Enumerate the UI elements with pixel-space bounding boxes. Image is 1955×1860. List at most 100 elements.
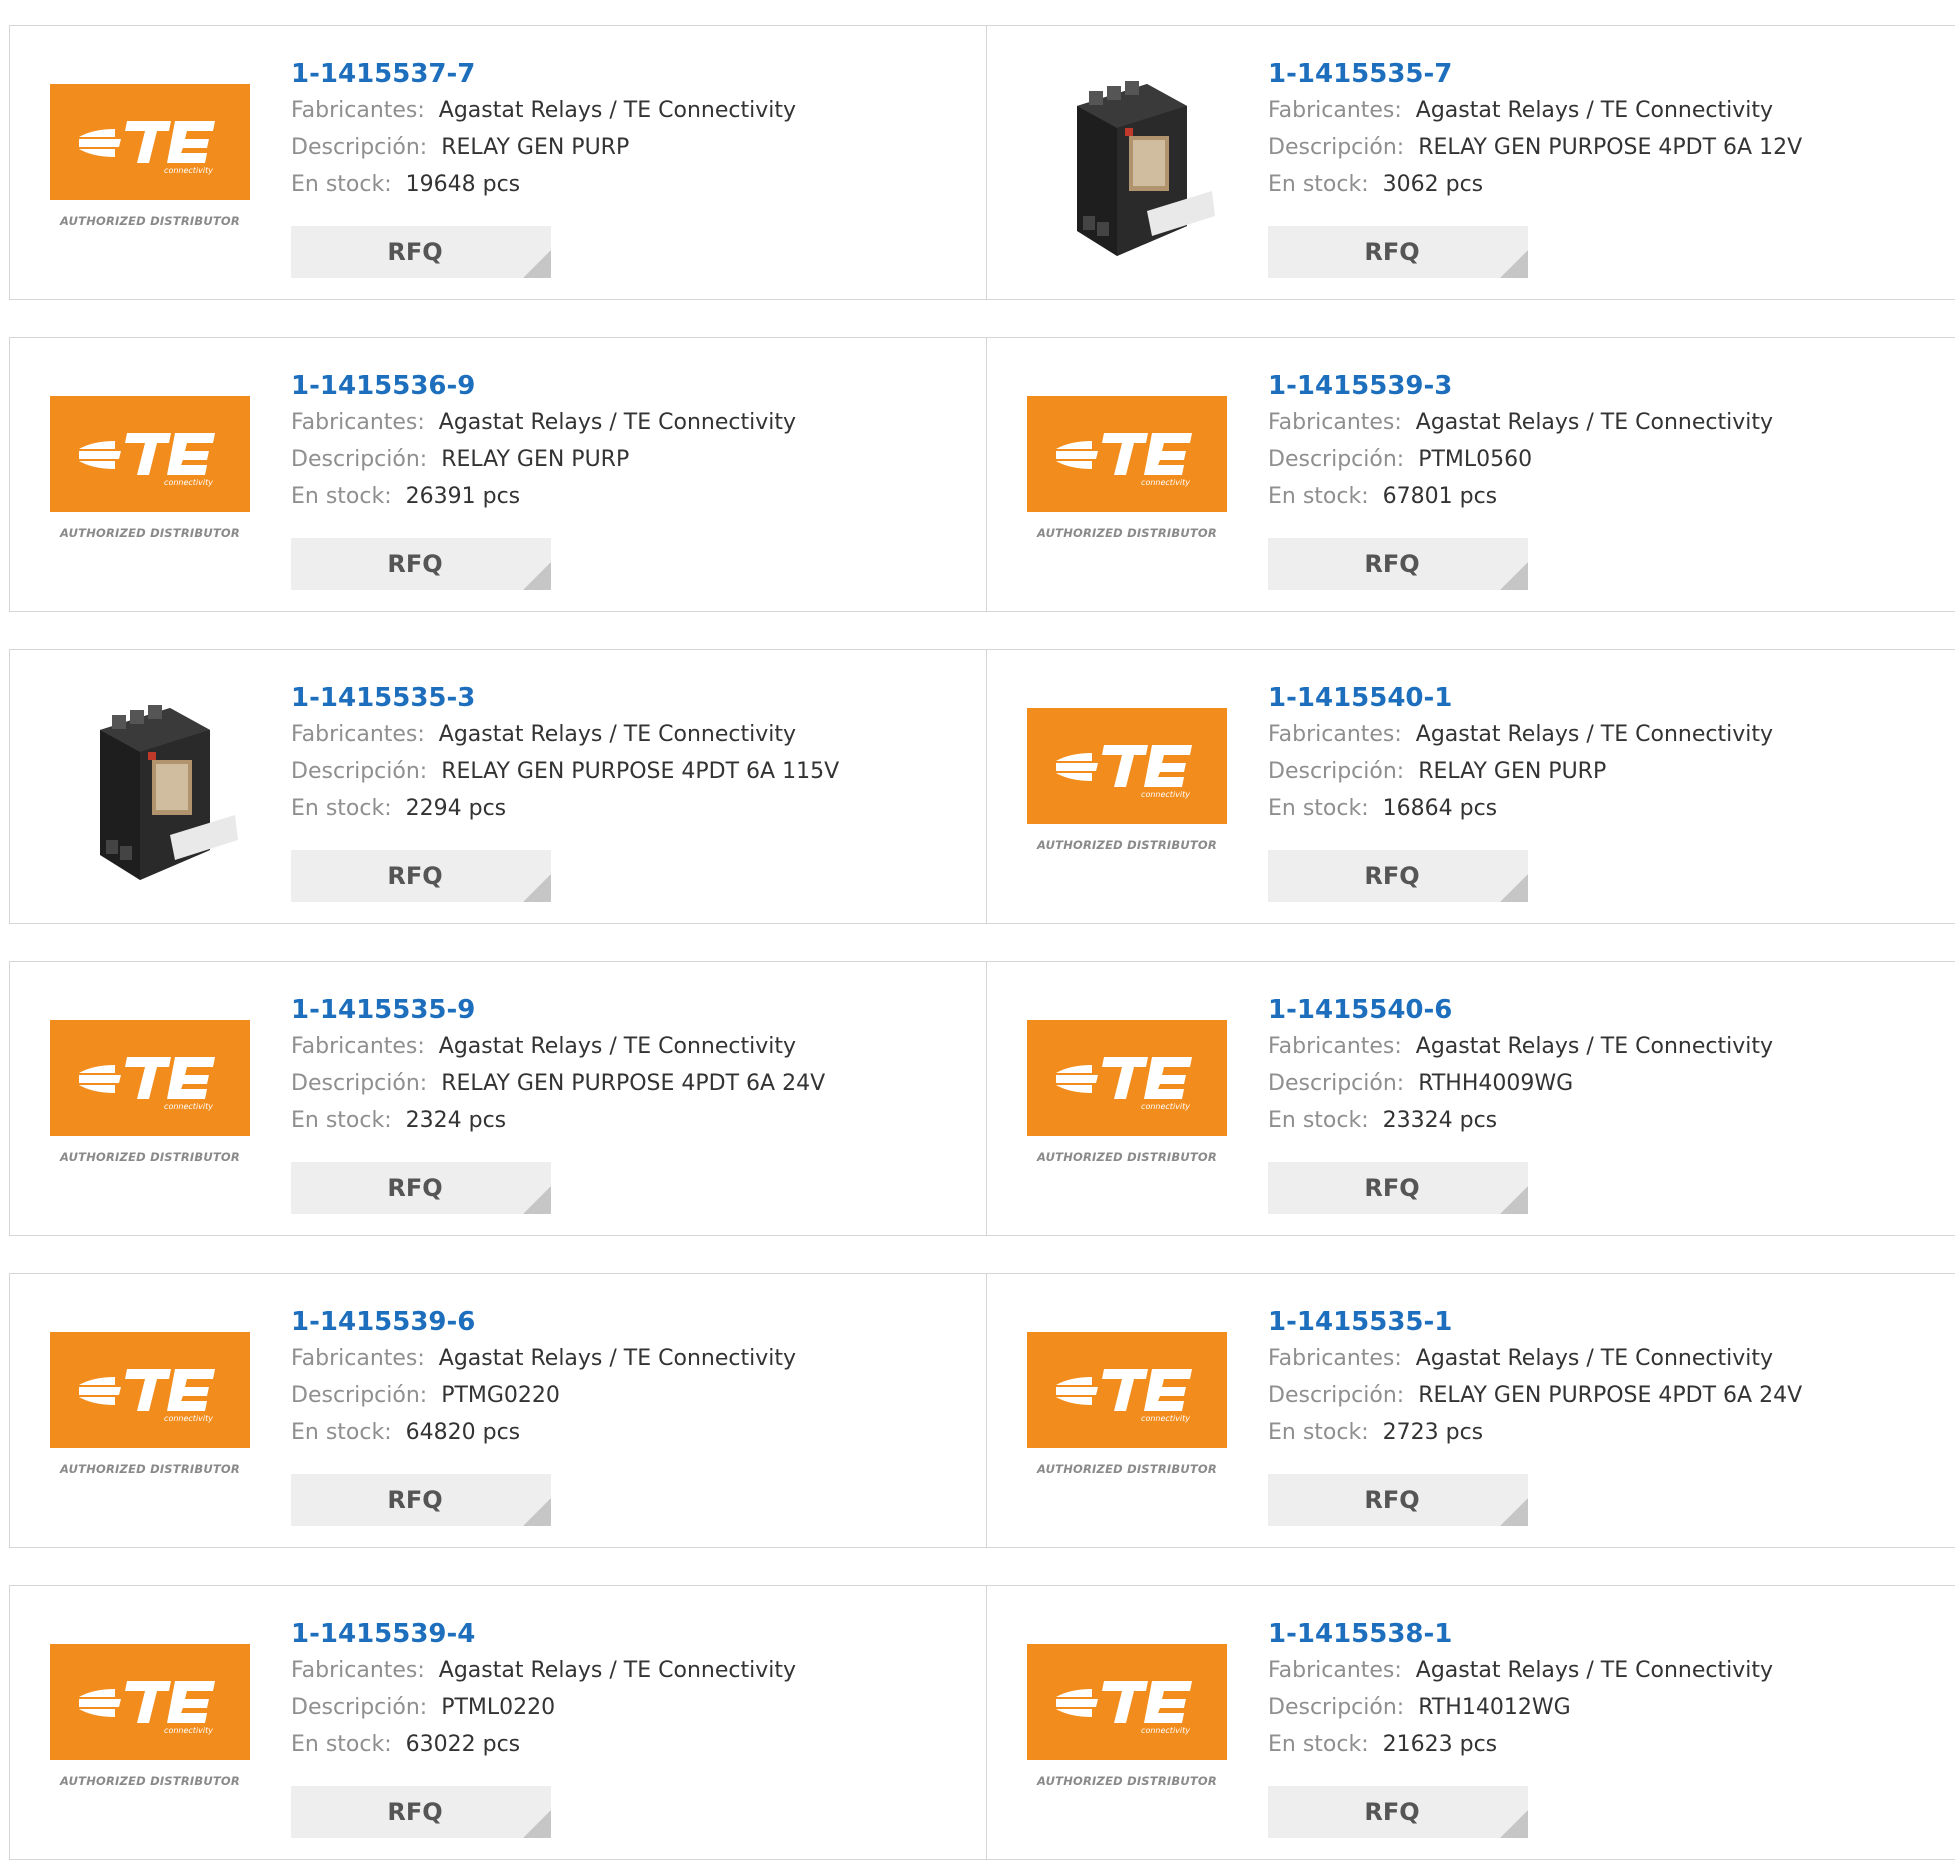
rfq-corner-icon — [523, 250, 551, 278]
product-thumbnail[interactable]: connectivity AUTHORIZED DISTRIBUTOR — [1027, 1626, 1227, 1826]
manufacturer-value: Agastat Relays / TE Connectivity — [438, 1658, 796, 1683]
rfq-button[interactable]: RFQ — [291, 226, 551, 278]
rfq-button[interactable]: RFQ — [291, 538, 551, 590]
authorized-distributor-label: AUTHORIZED DISTRIBUTOR — [1037, 526, 1217, 540]
manufacturer-row: Fabricantes: Agastat Relays / TE Connecti… — [1268, 1028, 1945, 1065]
te-logo-sub: connectivity — [1141, 1414, 1190, 1423]
te-logo-mark-icon: connectivity — [1056, 1369, 1192, 1423]
rfq-button[interactable]: RFQ — [1268, 1474, 1528, 1526]
rfq-button[interactable]: RFQ — [291, 1786, 551, 1838]
manufacturer-value: Agastat Relays / TE Connectivity — [1415, 722, 1773, 747]
manufacturer-label: Fabricantes: — [291, 1346, 425, 1371]
manufacturer-label: Fabricantes: — [291, 722, 425, 747]
part-number-link[interactable]: 1-1415539-6 — [291, 1304, 475, 1340]
te-logo-box: connectivity — [50, 1332, 250, 1448]
stock-row: En stock: 26391 pcs — [291, 478, 976, 515]
rfq-button[interactable]: RFQ — [291, 1474, 551, 1526]
rfq-button[interactable]: RFQ — [1268, 850, 1528, 902]
stock-row: En stock: 3062 pcs — [1268, 166, 1945, 203]
part-number-link[interactable]: 1-1415536-9 — [291, 368, 475, 404]
manufacturer-row: Fabricantes: Agastat Relays / TE Connecti… — [291, 1028, 976, 1065]
part-number-link[interactable]: 1-1415540-1 — [1268, 680, 1452, 716]
product-thumbnail[interactable]: connectivity AUTHORIZED DISTRIBUTOR — [1027, 1002, 1227, 1202]
product-info: 1-1415537-7 Fabricantes: Agastat Relays / … — [291, 56, 976, 203]
rfq-button[interactable]: RFQ — [1268, 226, 1528, 278]
stock-label: En stock: — [1268, 796, 1369, 821]
product-thumbnail[interactable]: connectivity AUTHORIZED DISTRIBUTOR — [50, 1314, 250, 1514]
description-label: Descripción: — [291, 1071, 428, 1096]
te-logo-mark-icon: connectivity — [79, 433, 215, 487]
part-number-link[interactable]: 1-1415535-3 — [291, 680, 475, 716]
product-info: 1-1415539-3 Fabricantes: Agastat Relays / … — [1268, 368, 1945, 515]
part-number-link[interactable]: 1-1415539-3 — [1268, 368, 1452, 404]
stock-value: 67801 pcs — [1382, 484, 1498, 509]
description-label: Descripción: — [291, 1695, 428, 1720]
rfq-button[interactable]: RFQ — [1268, 538, 1528, 590]
product-thumbnail[interactable]: connectivity AUTHORIZED DISTRIBUTOR — [50, 1626, 250, 1826]
manufacturer-label: Fabricantes: — [1268, 722, 1402, 747]
te-connectivity-logo: connectivity AUTHORIZED DISTRIBUTOR — [50, 1332, 250, 1496]
part-number-link[interactable]: 1-1415538-1 — [1268, 1616, 1452, 1652]
rfq-button[interactable]: RFQ — [1268, 1786, 1528, 1838]
rfq-label: RFQ — [387, 1486, 443, 1514]
product-info: 1-1415540-6 Fabricantes: Agastat Relays / … — [1268, 992, 1945, 1139]
te-logo-sub: connectivity — [1141, 790, 1190, 799]
stock-label: En stock: — [1268, 1732, 1369, 1757]
part-number-link[interactable]: 1-1415537-7 — [291, 56, 475, 92]
part-number-link[interactable]: 1-1415535-9 — [291, 992, 475, 1028]
stock-row: En stock: 2294 pcs — [291, 790, 976, 827]
te-logo-sub: connectivity — [164, 1414, 213, 1423]
rfq-button[interactable]: RFQ — [291, 1162, 551, 1214]
stock-label: En stock: — [291, 1108, 392, 1133]
product-thumbnail[interactable]: connectivity AUTHORIZED DISTRIBUTOR — [1027, 690, 1227, 890]
part-number-link[interactable]: 1-1415535-7 — [1268, 56, 1452, 92]
product-thumbnail[interactable] — [50, 690, 250, 890]
rfq-label: RFQ — [1364, 862, 1420, 890]
product-thumbnail[interactable]: connectivity AUTHORIZED DISTRIBUTOR — [1027, 378, 1227, 578]
te-logo-box: connectivity — [1027, 396, 1227, 512]
part-number-link[interactable]: 1-1415540-6 — [1268, 992, 1452, 1028]
product-thumbnail[interactable]: connectivity AUTHORIZED DISTRIBUTOR — [50, 378, 250, 578]
product-card: connectivity AUTHORIZED DISTRIBUTOR 1-14… — [987, 961, 1955, 1236]
description-label: Descripción: — [291, 1383, 428, 1408]
stock-label: En stock: — [1268, 484, 1369, 509]
rfq-button[interactable]: RFQ — [1268, 1162, 1528, 1214]
authorized-distributor-label: AUTHORIZED DISTRIBUTOR — [1037, 1462, 1217, 1476]
rfq-label: RFQ — [387, 1798, 443, 1826]
description-value: RELAY GEN PURPOSE 4PDT 6A 24V — [1418, 1383, 1803, 1408]
rfq-label: RFQ — [1364, 1486, 1420, 1514]
part-number-link[interactable]: 1-1415539-4 — [291, 1616, 475, 1652]
manufacturer-label: Fabricantes: — [1268, 1034, 1402, 1059]
te-logo-box: connectivity — [1027, 1332, 1227, 1448]
te-connectivity-logo: connectivity AUTHORIZED DISTRIBUTOR — [1027, 396, 1227, 560]
rfq-corner-icon — [1500, 1810, 1528, 1838]
product-card: connectivity AUTHORIZED DISTRIBUTOR 1-14… — [9, 1585, 987, 1860]
product-thumbnail[interactable]: connectivity AUTHORIZED DISTRIBUTOR — [50, 66, 250, 266]
stock-label: En stock: — [1268, 1420, 1369, 1445]
stock-row: En stock: 67801 pcs — [1268, 478, 1945, 515]
part-number-link[interactable]: 1-1415535-1 — [1268, 1304, 1452, 1340]
rfq-corner-icon — [523, 1810, 551, 1838]
rfq-corner-icon — [523, 562, 551, 590]
rfq-corner-icon — [523, 1498, 551, 1526]
te-logo-sub: connectivity — [1141, 478, 1190, 487]
product-thumbnail[interactable] — [1027, 66, 1227, 266]
description-row: Descripción: RELAY GEN PURPOSE 4PDT 6A 24… — [1268, 1377, 1945, 1414]
stock-row: En stock: 16864 pcs — [1268, 790, 1945, 827]
product-thumbnail[interactable]: connectivity AUTHORIZED DISTRIBUTOR — [50, 1002, 250, 1202]
product-info: 1-1415539-4 Fabricantes: Agastat Relays / … — [291, 1616, 976, 1763]
product-info: 1-1415540-1 Fabricantes: Agastat Relays / … — [1268, 680, 1945, 827]
te-logo-sub: connectivity — [164, 166, 213, 175]
product-thumbnail[interactable]: connectivity AUTHORIZED DISTRIBUTOR — [1027, 1314, 1227, 1514]
rfq-button[interactable]: RFQ — [291, 850, 551, 902]
product-info: 1-1415539-6 Fabricantes: Agastat Relays / … — [291, 1304, 976, 1451]
description-value: RELAY GEN PURP — [1418, 759, 1607, 784]
description-label: Descripción: — [1268, 1071, 1405, 1096]
te-connectivity-logo: connectivity AUTHORIZED DISTRIBUTOR — [1027, 708, 1227, 872]
description-label: Descripción: — [291, 447, 428, 472]
description-row: Descripción: RELAY GEN PURP — [1268, 753, 1945, 790]
authorized-distributor-label: AUTHORIZED DISTRIBUTOR — [60, 1150, 240, 1164]
stock-value: 3062 pcs — [1382, 172, 1484, 197]
description-row: Descripción: RTHH4009WG — [1268, 1065, 1945, 1102]
authorized-distributor-label: AUTHORIZED DISTRIBUTOR — [60, 526, 240, 540]
